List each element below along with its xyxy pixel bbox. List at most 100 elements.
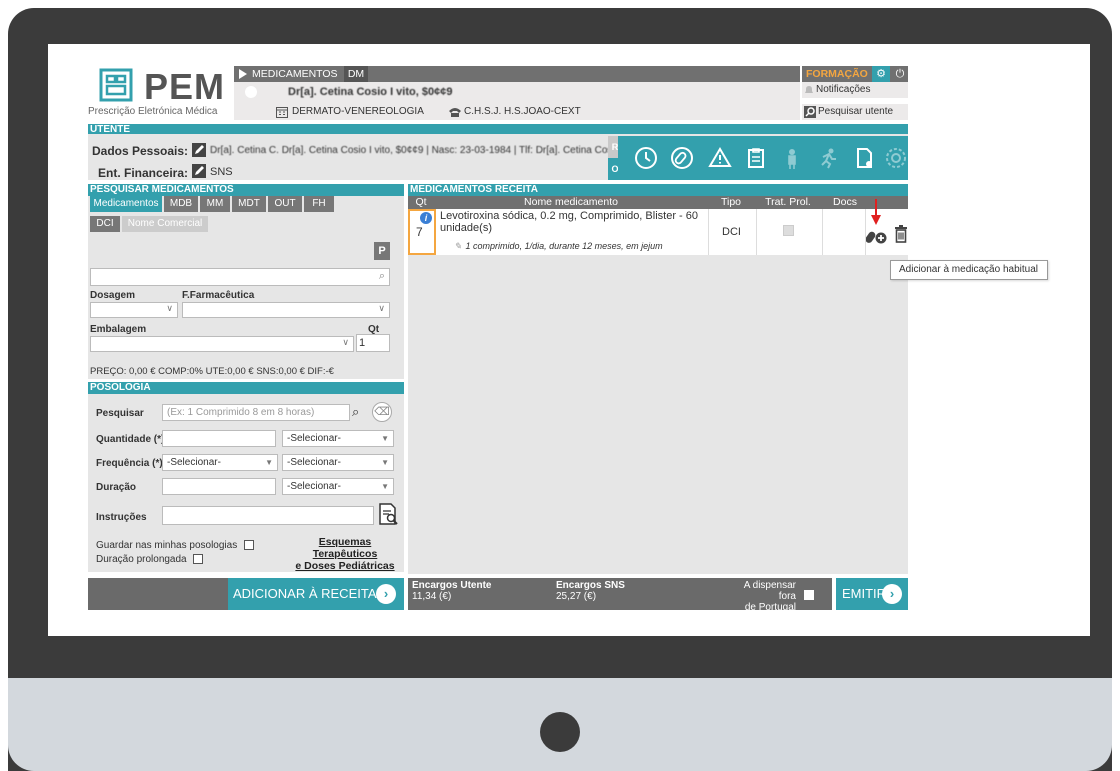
medicamento-name: Levotiroxina sódica, 0.2 mg, Comprimido,… bbox=[440, 210, 698, 234]
edit-dados-pencil-icon[interactable] bbox=[192, 143, 206, 157]
dados-pessoais-label: Dados Pessoais: bbox=[92, 144, 189, 158]
frequencia-select-2[interactable]: -Selecionar- ▼ bbox=[282, 454, 394, 471]
dispensar-fora: A dispensar fora de Portugal bbox=[726, 580, 796, 613]
chevron-down-icon: ▼ bbox=[265, 458, 273, 467]
medicamento-search-input[interactable]: ⌕ bbox=[90, 268, 390, 286]
col-docs: Docs bbox=[833, 196, 857, 208]
instrucoes-input[interactable] bbox=[162, 506, 374, 525]
embalagem-select[interactable]: ∨ bbox=[90, 336, 354, 352]
quantidade-input[interactable] bbox=[162, 430, 276, 447]
qt-value: 7 bbox=[416, 225, 423, 239]
pem-logo: PEM Prescrição Eletrónica Médica bbox=[88, 66, 228, 126]
tab-mm[interactable]: MM bbox=[200, 196, 230, 212]
edit-ent-pencil-icon[interactable] bbox=[192, 164, 206, 178]
pesquisar-utente-label: Pesquisar utente bbox=[818, 106, 894, 117]
settings-gear-icon[interactable]: ⚙ bbox=[872, 66, 890, 82]
emitir-label: EMITIR bbox=[842, 586, 887, 601]
dosagem-select[interactable]: ∨ bbox=[90, 302, 178, 318]
search-icon bbox=[804, 106, 816, 118]
gear-circle-icon[interactable] bbox=[880, 142, 912, 174]
chevron-down-icon: ∨ bbox=[166, 303, 173, 313]
qt-input[interactable]: 1 bbox=[356, 334, 390, 352]
chevron-right-icon: › bbox=[376, 584, 396, 604]
frequencia-select-1[interactable]: -Selecionar- ▼ bbox=[162, 454, 278, 471]
guardar-posologias-label: Guardar nas minhas posologias bbox=[96, 540, 238, 551]
header-patient-name: Dr[a]. Cetina Cosio I vito, $0¢¢9 bbox=[288, 86, 453, 98]
table-row[interactable]: i 7 Levotiroxina sódica, 0.2 mg, Comprim… bbox=[408, 199, 908, 255]
esquemas-link[interactable]: Esquemas Terapêuticos e Doses Pediátrica… bbox=[286, 536, 404, 572]
tab-fh[interactable]: FH bbox=[304, 196, 334, 212]
pill-icon[interactable] bbox=[666, 142, 698, 174]
dosagem-label: Dosagem bbox=[90, 290, 136, 301]
ent-financeira-value: SNS bbox=[210, 166, 233, 178]
posologia-section-title: POSOLOGIA bbox=[88, 382, 404, 394]
tab-dm[interactable]: DM bbox=[344, 66, 368, 82]
pencil-icon[interactable]: ✎ bbox=[454, 241, 462, 251]
frequencia-select-2-value: -Selecionar- bbox=[287, 457, 341, 468]
pesquisar-utente-link[interactable]: Pesquisar utente bbox=[802, 104, 908, 120]
history-icon[interactable] bbox=[630, 142, 662, 174]
add-medication-pill-icon[interactable] bbox=[866, 227, 890, 245]
tooltip-adicionar-medicacao: Adicionar à medicação habitual bbox=[890, 260, 1048, 280]
clipboard-icon[interactable] bbox=[740, 142, 772, 174]
duracao-select[interactable]: -Selecionar- ▼ bbox=[282, 478, 394, 495]
subtab-nome-comercial[interactable]: Nome Comercial bbox=[122, 216, 208, 232]
emitir-button[interactable]: EMITIR › bbox=[836, 578, 908, 610]
chevron-right-icon: › bbox=[882, 584, 902, 604]
notificacoes-link[interactable]: Notificações bbox=[802, 82, 908, 98]
posologia-search-input[interactable]: (Ex: 1 Comprimido 8 em 8 horas) bbox=[162, 404, 350, 421]
tab-mdt[interactable]: MDT bbox=[232, 196, 266, 212]
qt-cell[interactable]: i 7 bbox=[408, 209, 436, 255]
pesquisar-panel: Medicamentos MDB MM MDT OUT FH DCI Nome … bbox=[88, 196, 404, 379]
power-icon[interactable]: ⏻ bbox=[892, 66, 908, 82]
duracao-input[interactable] bbox=[162, 478, 276, 495]
tab-mdb[interactable]: MDB bbox=[164, 196, 198, 212]
info-icon[interactable]: i bbox=[420, 212, 432, 224]
chevron-down-icon: ▼ bbox=[381, 434, 389, 443]
person-icon[interactable] bbox=[776, 142, 808, 174]
tab-medicamentos-search[interactable]: Medicamentos bbox=[90, 196, 162, 212]
chevron-down-icon: ∨ bbox=[342, 337, 349, 347]
running-icon[interactable] bbox=[812, 142, 844, 174]
search-person-icon[interactable]: ⌕ bbox=[379, 270, 385, 283]
esquemas-link-line2: e Doses Pediátricas bbox=[295, 560, 395, 572]
dados-pessoais-value: Dr[a]. Cetina C. Dr[a]. Cetina Cosio I v… bbox=[210, 145, 635, 156]
esquemas-link-line1: Esquemas Terapêuticos bbox=[312, 536, 378, 560]
subtab-dci[interactable]: DCI bbox=[90, 216, 120, 232]
ent-financeira-label: Ent. Financeira: bbox=[98, 166, 189, 180]
col-tipo: Tipo bbox=[720, 196, 742, 208]
tab-medicamentos[interactable]: MEDICAMENTOS bbox=[252, 66, 338, 82]
search-person-icon[interactable]: ⌕ bbox=[352, 404, 359, 420]
footer-right-bar: Encargos Utente 11,34 (€) Encargos SNS 2… bbox=[408, 578, 832, 613]
tab-out[interactable]: OUT bbox=[268, 196, 302, 212]
encargos-sns-value: 25,27 (€) bbox=[556, 591, 597, 602]
p-button[interactable]: P bbox=[374, 242, 390, 260]
guardar-posologias: Guardar nas minhas posologias bbox=[96, 540, 254, 551]
chevron-down-icon: ∨ bbox=[378, 303, 385, 313]
trash-icon[interactable] bbox=[894, 225, 908, 243]
adicionar-receita-button[interactable]: ADICIONAR À RECEITA › bbox=[228, 578, 404, 610]
trat-prol-checkbox[interactable] bbox=[783, 225, 794, 236]
document-icon[interactable] bbox=[848, 142, 880, 174]
duracao-label: Duração bbox=[96, 482, 137, 493]
trat-prol-cell bbox=[756, 209, 820, 255]
instrucoes-label: Instruções bbox=[96, 512, 147, 523]
quantidade-select[interactable]: -Selecionar- ▼ bbox=[282, 430, 394, 447]
dispensar-line1: A dispensar fora bbox=[743, 580, 796, 602]
frequencia-label: Frequência (*) bbox=[96, 458, 163, 469]
header-right-bar: FORMAÇÃO ⚙ ⏻ bbox=[802, 66, 908, 82]
chevron-down-icon: ▼ bbox=[381, 458, 389, 467]
docs-cell bbox=[822, 209, 866, 255]
document-search-icon[interactable] bbox=[378, 502, 400, 526]
eraser-icon[interactable]: ⌫ bbox=[372, 402, 392, 422]
header-patient-row: Dr[a]. Cetina Cosio I vito, $0¢¢9 bbox=[234, 82, 800, 118]
guardar-checkbox[interactable] bbox=[243, 540, 254, 551]
tipo-cell: DCI bbox=[708, 209, 754, 255]
logo-text: PEM bbox=[144, 66, 226, 107]
duracao-prolongada: Duração prolongada bbox=[96, 554, 204, 565]
dispensar-checkbox[interactable] bbox=[804, 590, 814, 600]
forma-select[interactable]: ∨ bbox=[182, 302, 390, 318]
warning-icon[interactable] bbox=[704, 142, 736, 174]
logo-subtitle: Prescrição Eletrónica Médica bbox=[88, 106, 218, 117]
prolongada-checkbox[interactable] bbox=[193, 554, 204, 565]
